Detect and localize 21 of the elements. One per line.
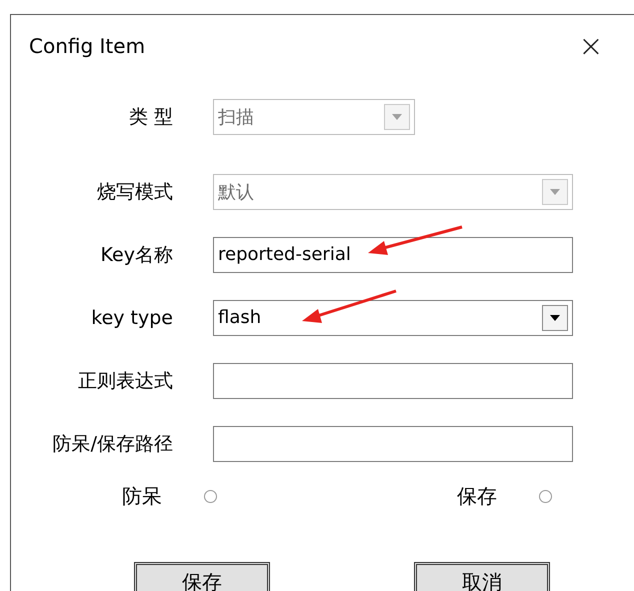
field-label: key type: [90, 306, 174, 328]
dialog-button[interactable]: 取消: [414, 562, 550, 591]
close-button[interactable]: ×: [559, 26, 623, 66]
window-title: Config Item: [29, 34, 146, 58]
field-label: Key名称: [100, 242, 174, 268]
field-label: 防呆/保存路径: [52, 432, 174, 456]
text-field[interactable]: [213, 362, 573, 398]
field-label: 正则表达式: [77, 368, 174, 394]
dialog-button[interactable]: 保存: [134, 562, 270, 591]
field-label: 类 型: [128, 104, 174, 130]
dropdown-arrow-icon: [550, 188, 560, 194]
dropdown-arrow-icon: [550, 314, 560, 320]
radio-label: 防呆: [122, 483, 162, 510]
radio-label: 保存: [457, 483, 497, 510]
dropdown[interactable]: flash: [213, 300, 573, 336]
text-field[interactable]: [213, 426, 573, 462]
radio-button[interactable]: [539, 490, 552, 503]
radio-button[interactable]: [204, 490, 217, 503]
text-field[interactable]: reported-serial: [213, 236, 573, 272]
field-label: 烧写模式: [96, 180, 174, 204]
dropdown-arrow-icon: [392, 114, 402, 120]
